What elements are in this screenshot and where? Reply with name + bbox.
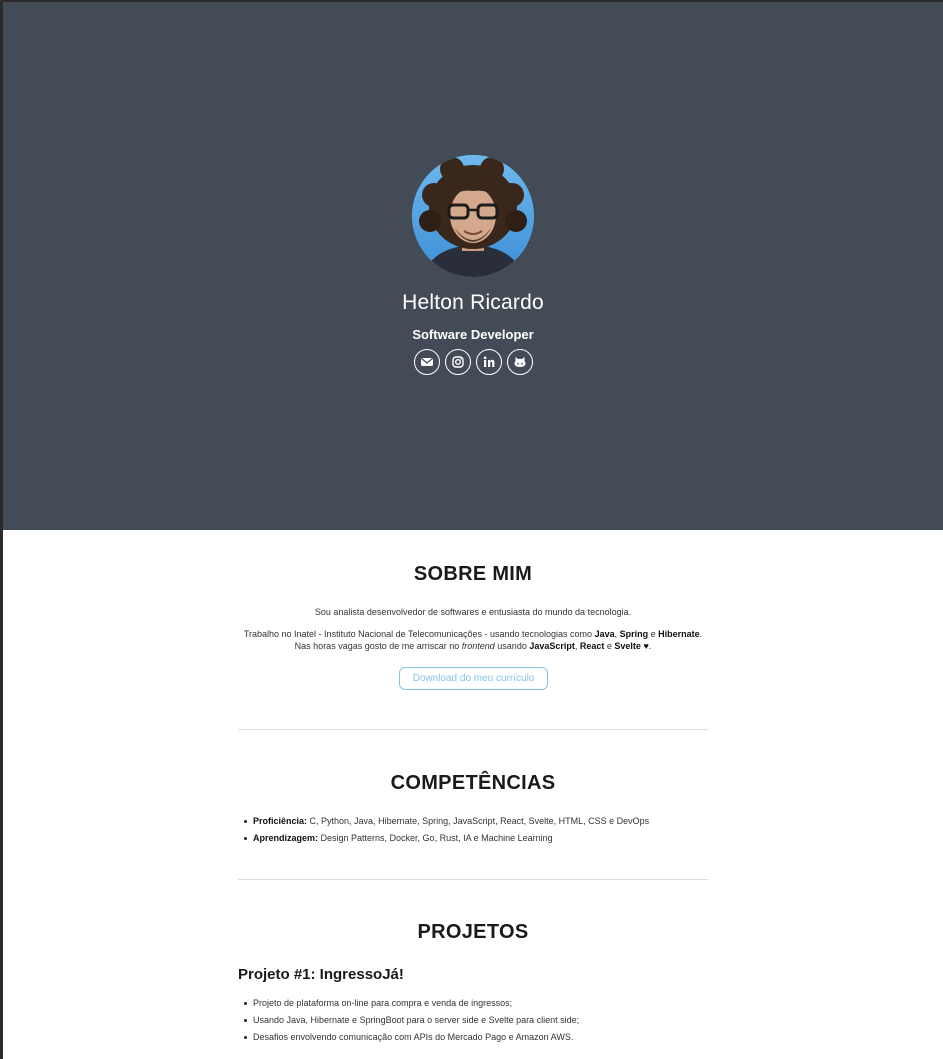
hero-name: Helton Ricardo	[402, 291, 544, 314]
hero-role: Software Developer	[412, 327, 534, 342]
github-link[interactable]	[507, 349, 533, 375]
instagram-icon	[452, 356, 464, 368]
linkedin-link[interactable]	[476, 349, 502, 375]
hero-header: Helton Ricardo Software Developer	[3, 2, 943, 530]
portfolio-page: Helton Ricardo Software Developer SOBRE …	[3, 2, 943, 1059]
project-title: Projeto #1: IngressoJá!	[238, 966, 404, 983]
linkedin-icon	[483, 356, 495, 367]
social-links	[414, 349, 533, 375]
list-item: Projeto de plataforma on-line para compr…	[243, 995, 579, 1012]
divider	[238, 879, 708, 880]
instagram-link[interactable]	[445, 349, 471, 375]
projects-title: PROJETOS	[417, 921, 529, 943]
about-details: Trabalho no Inatel - Instituto Nacional …	[243, 629, 703, 651]
about-intro: Sou analista desenvolvedor de softwares …	[314, 607, 632, 617]
skills-title: COMPETÊNCIAS	[390, 772, 556, 794]
download-cv-button[interactable]: Download do meu currículo	[399, 667, 548, 690]
list-item: Aprendizagem: Design Patterns, Docker, G…	[243, 830, 649, 847]
avatar	[412, 155, 534, 277]
project-bullets: Projeto de plataforma on-line para compr…	[243, 995, 579, 1046]
github-icon	[514, 357, 526, 367]
list-item: Proficiência: C, Python, Java, Hibernate…	[243, 813, 649, 830]
list-item: Desafios envolvendo comunicação com APIs…	[243, 1029, 579, 1046]
list-item: Usando Java, Hibernate e SpringBoot para…	[243, 1012, 579, 1029]
about-title: SOBRE MIM	[413, 563, 533, 585]
envelope-icon	[421, 358, 433, 366]
email-link[interactable]	[414, 349, 440, 375]
skills-list: Proficiência: C, Python, Java, Hibernate…	[243, 813, 649, 847]
divider	[238, 729, 708, 730]
